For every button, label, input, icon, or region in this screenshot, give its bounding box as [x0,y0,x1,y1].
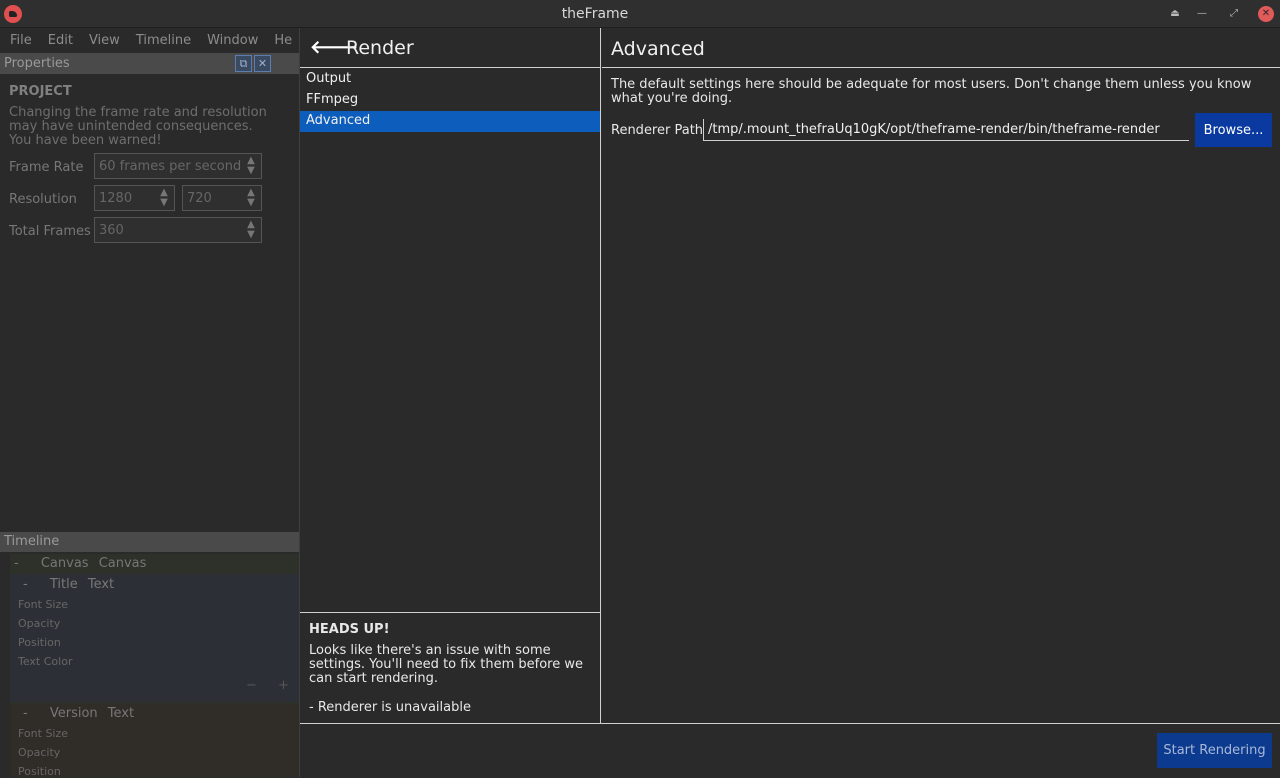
window-title: theFrame [561,6,629,22]
render-nav-list: Output FFmpeg Advanced [300,69,600,132]
render-dialog: 🡐 Render Output FFmpeg Advanced HEADS UP… [299,28,1280,777]
menu-window[interactable]: Window [199,28,266,53]
float-panel-icon[interactable]: ⧉ [235,55,252,72]
menu-edit[interactable]: Edit [40,28,81,53]
element-type: Text [87,577,115,592]
element-name: Title [49,577,78,592]
nav-item-advanced[interactable]: Advanced [300,111,600,132]
spin-arrows-icon[interactable]: ▲ ▼ [244,220,258,240]
render-sidebar-header: 🡐 Render [300,28,600,68]
total-frames-value: 360 [99,223,124,238]
element-name: Canvas [40,556,89,571]
menu-file[interactable]: File [2,28,40,53]
advanced-description: The default settings here should be adeq… [611,77,1252,106]
start-rendering-button[interactable]: Start Rendering [1157,733,1272,768]
resolution-width-value: 1280 [99,191,133,206]
close-panel-icon[interactable]: ✕ [254,55,271,72]
resolution-label: Resolution [9,192,77,207]
add-property-button[interactable]: + [278,678,289,693]
timeline-property[interactable]: Font Size [18,727,68,740]
render-footer: Start Rendering [300,723,1280,777]
properties-title: Properties [4,56,70,71]
menubar: File Edit View Timeline Window He [0,28,300,53]
timeline-property[interactable]: Position [18,765,61,778]
heads-up-panel: HEADS UP! Looks like there's an issue wi… [300,612,601,723]
spin-arrows-icon[interactable]: ▲ ▼ [157,188,171,208]
menu-timeline[interactable]: Timeline [128,28,199,53]
resolution-width-spinbox[interactable]: 1280 ▲ ▼ [94,185,175,211]
menu-help[interactable]: He [266,28,300,53]
project-warning: Changing the frame rate and resolution m… [9,105,267,148]
resolution-height-value: 720 [187,191,212,206]
element-type: Text [107,706,135,721]
element-type: Canvas [98,556,147,571]
heads-up-title: HEADS UP! [309,622,390,637]
minimize-button[interactable]: — [1194,6,1210,22]
frame-rate-value: 60 frames per second [99,159,242,174]
properties-header: Properties ⧉ ✕ [0,53,300,74]
heads-up-message: Looks like there's an issue with some se… [309,643,583,686]
collapse-toggle[interactable]: - [23,577,28,592]
frame-rate-label: Frame Rate [9,160,84,175]
resolution-height-spinbox[interactable]: 720 ▲ ▼ [182,185,262,211]
timeline-row-title[interactable]: - Title Text [10,577,300,592]
close-button[interactable]: ✕ [1258,6,1274,22]
timeline-property[interactable]: Font Size [18,598,68,611]
menu-view[interactable]: View [81,28,128,53]
frame-rate-spinbox[interactable]: 60 frames per second ▲ ▼ [94,153,262,179]
main-window-background: File Edit View Timeline Window He Proper… [0,28,300,778]
collapse-toggle[interactable]: - [23,706,28,721]
timeline-row-version[interactable]: - Version Text [10,706,300,721]
collapse-toggle[interactable]: - [14,556,19,571]
timeline-header: Timeline [0,532,300,552]
timeline-property[interactable]: Position [18,636,61,649]
render-title: Render [346,37,414,59]
advanced-title: Advanced [602,28,1280,68]
back-arrow-icon[interactable]: 🡐 [310,38,358,58]
timeline-row-canvas[interactable]: - Canvas Canvas [10,556,300,571]
heads-up-issue: - Renderer is unavailable [309,700,471,715]
nav-item-output[interactable]: Output [300,69,600,90]
advanced-settings-pane: Advanced The default settings here shoul… [602,28,1280,723]
render-sidebar: 🡐 Render Output FFmpeg Advanced HEADS UP… [300,28,601,723]
total-frames-spinbox[interactable]: 360 ▲ ▼ [94,217,262,243]
project-section-title: PROJECT [9,84,72,99]
element-name: Version [49,706,98,721]
eject-icon[interactable]: ⏏ [1167,6,1183,22]
title-bar: theFrame ⏏ — ⤢ ✕ [0,0,1280,28]
total-frames-label: Total Frames [9,224,91,239]
maximize-button[interactable]: ⤢ [1226,6,1242,22]
spin-arrows-icon[interactable]: ▲ ▼ [244,156,258,176]
timeline-property[interactable]: Text Color [18,655,72,668]
timeline-property[interactable]: Opacity [18,617,60,630]
nav-item-ffmpeg[interactable]: FFmpeg [300,90,600,111]
renderer-path-label: Renderer Path [611,123,704,138]
renderer-path-input[interactable] [703,119,1189,141]
remove-property-button[interactable]: − [246,678,257,693]
browse-button[interactable]: Browse... [1195,113,1272,147]
timeline-property[interactable]: Opacity [18,746,60,759]
spin-arrows-icon[interactable]: ▲ ▼ [244,188,258,208]
